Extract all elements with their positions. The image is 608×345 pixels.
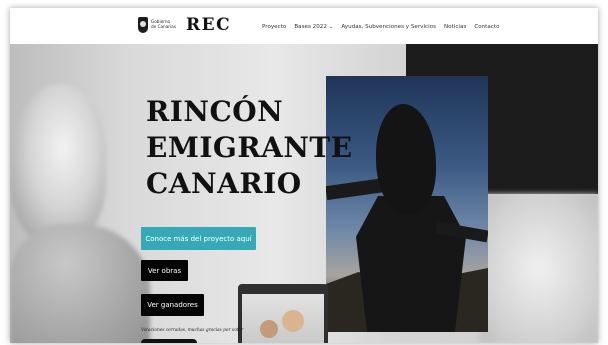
background-elderly-man-body bbox=[10, 224, 150, 343]
ver-ganadores-button[interactable]: Ver ganadores bbox=[141, 294, 204, 316]
hero-title-line: EMIGRANTE bbox=[146, 131, 353, 164]
background-blurred-image bbox=[480, 194, 598, 343]
voting-closed-notice: Votaciones cerradas, muchas gracias por … bbox=[141, 328, 244, 333]
site-header: Gobierno de Canarias REC Proyecto Bases … bbox=[10, 8, 598, 44]
hero-title-line: CANARIO bbox=[146, 167, 302, 200]
nav-item-bases-2022[interactable]: Bases 2022 ⌄ bbox=[294, 24, 333, 30]
gov-logo-text: Gobierno de Canarias bbox=[151, 19, 176, 29]
woman-silhouette-hair bbox=[376, 104, 436, 214]
woman-silhouette-body bbox=[356, 196, 466, 332]
brand-logo[interactable]: REC bbox=[186, 15, 231, 35]
hero-title-line: RINCÓN bbox=[146, 95, 284, 128]
hero-section: RINCÓN EMIGRANTE CANARIO Conoce más del … bbox=[10, 44, 598, 343]
conoce-proyecto-button[interactable]: Conoce más del proyecto aquí bbox=[141, 227, 256, 250]
main-nav: Proyecto Bases 2022 ⌄ Ayudas, Subvencion… bbox=[262, 24, 500, 30]
crest-icon bbox=[138, 17, 148, 33]
tablet-screen bbox=[242, 294, 324, 343]
tablet-person-face bbox=[282, 310, 304, 332]
video-call-tablet-image bbox=[238, 284, 328, 343]
nav-item-contacto[interactable]: Contacto bbox=[474, 24, 499, 30]
browser-viewport: Gobierno de Canarias REC Proyecto Bases … bbox=[10, 8, 598, 343]
background-elderly-man-image bbox=[10, 84, 106, 244]
tablet-person-face bbox=[260, 320, 278, 338]
gobierno-de-canarias-logo[interactable]: Gobierno de Canarias bbox=[138, 16, 180, 38]
nav-item-noticias[interactable]: Noticias bbox=[444, 24, 466, 30]
hero-title: RINCÓN EMIGRANTE CANARIO bbox=[146, 94, 353, 202]
nav-item-proyecto[interactable]: Proyecto bbox=[262, 24, 286, 30]
nav-item-ayudas[interactable]: Ayudas, Subvenciones y Servicios bbox=[341, 24, 436, 30]
ver-obras-button[interactable]: Ver obras bbox=[141, 260, 188, 281]
partial-button[interactable] bbox=[141, 339, 197, 343]
